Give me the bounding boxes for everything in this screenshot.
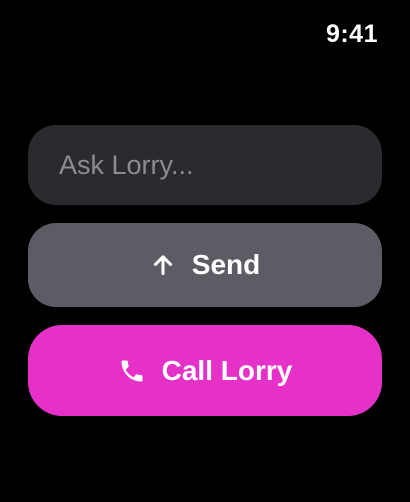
status-time: 9:41	[325, 20, 378, 48]
call-button[interactable]: Call Lorry	[28, 325, 382, 416]
send-button[interactable]: Send	[28, 223, 382, 307]
ask-input[interactable]	[28, 125, 382, 205]
call-button-label: Call Lorry	[161, 354, 293, 386]
arrow-up-icon	[150, 252, 176, 278]
send-button-label: Send	[191, 249, 261, 280]
phone-icon	[118, 357, 146, 385]
